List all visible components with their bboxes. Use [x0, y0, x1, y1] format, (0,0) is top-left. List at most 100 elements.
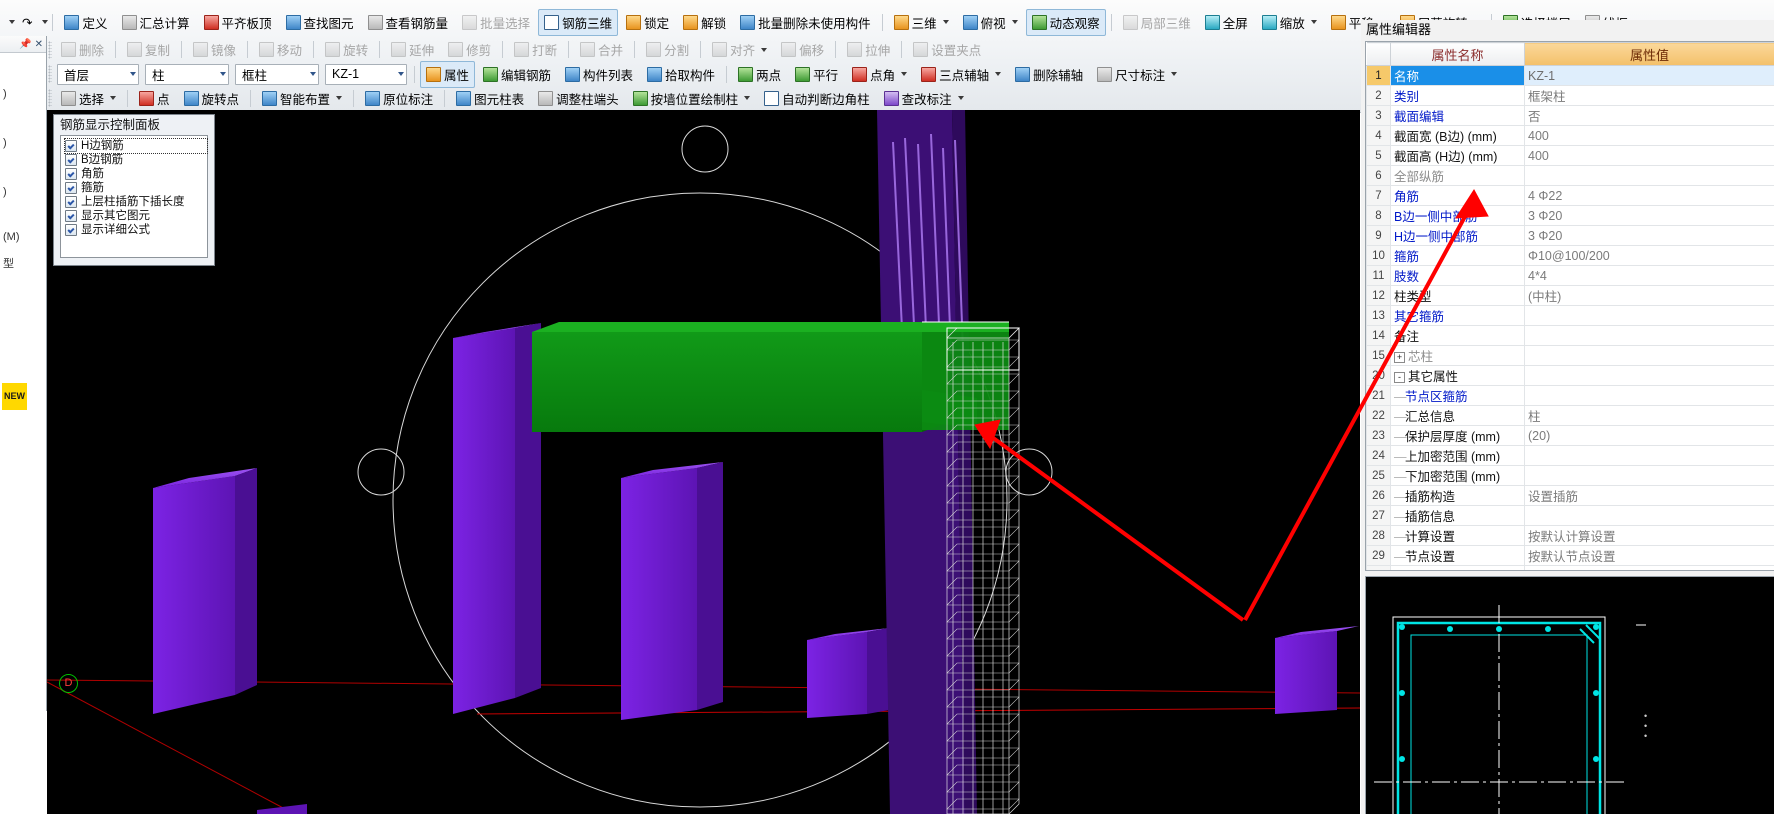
toolbar-button-parallel[interactable]: 平行 [789, 61, 844, 88]
chevron-down-icon[interactable] [901, 72, 908, 76]
toolbar-drag-handle[interactable] [48, 65, 52, 83]
property-row[interactable]: 30—搭接设置按默认搭接设置 [1366, 565, 1774, 570]
property-row[interactable]: 12 柱类型 (中柱) [1366, 285, 1774, 306]
tree-item-0[interactable]: 型 [3, 251, 44, 278]
property-row[interactable]: 23 —保护层厚度 (mm) (20) [1366, 425, 1774, 446]
toolbar-button-fullscreen[interactable]: 全屏 [1199, 9, 1254, 36]
property-row-value[interactable]: 设置插筋 [1524, 485, 1774, 506]
property-row-value[interactable]: 400 [1524, 145, 1774, 166]
toolbar-button-in-situ-label[interactable]: 原位标注 [359, 85, 439, 112]
toolbar-button-auto-corner-column[interactable]: 自动判断边角柱 [758, 85, 876, 112]
chevron-down-icon[interactable] [744, 96, 751, 100]
toolbar-button-check-label[interactable]: 查改标注 [878, 85, 970, 112]
checkbox-checked-icon[interactable] [65, 154, 77, 166]
rebar-toggle-4[interactable]: 上层柱插筋下插长度 [65, 195, 207, 209]
property-row-value[interactable] [1524, 325, 1774, 346]
category-select[interactable]: 柱 [145, 63, 229, 85]
property-row[interactable]: 15 + 芯柱 [1366, 345, 1774, 366]
floor-select[interactable]: 首层 [57, 63, 139, 85]
chevron-down-icon[interactable] [1310, 20, 1317, 24]
tree-item-4[interactable]: ) [3, 81, 44, 108]
toolbar-button-smart-place[interactable]: 智能布置 [256, 85, 348, 112]
toolbar-button-lock[interactable]: 锁定 [620, 9, 675, 36]
type-select[interactable]: 框柱 [235, 63, 319, 85]
property-row[interactable]: 13 其它箍筋 [1366, 305, 1774, 326]
property-row[interactable]: 5 截面高 (H边) (mm) 400 [1366, 145, 1774, 166]
toolbar-button-draw-column-by-wall[interactable]: 按墙位置绘制柱 [627, 85, 757, 112]
rebar-toggle-5[interactable]: 显示其它图元 [65, 209, 207, 223]
tree-item-2[interactable]: ) [3, 179, 44, 206]
toolbar-button-rebar-3d[interactable]: 钢筋三维 [538, 8, 619, 36]
property-row-value[interactable]: 否 [1524, 105, 1774, 126]
rebar-panel-checklist[interactable]: H边钢筋 B边钢筋 角筋 箍筋 上层柱插筋下插长度 显示其它图元 显示详细公式 [60, 135, 208, 258]
toolbar-button-pick-member[interactable]: 拾取构件 [641, 61, 721, 88]
expander-minus-icon[interactable]: - [1394, 372, 1405, 384]
checkbox-checked-icon[interactable] [65, 182, 77, 194]
property-row-value[interactable]: KZ-1 [1524, 65, 1774, 86]
chevron-down-icon[interactable] [130, 72, 136, 76]
property-row[interactable]: 1 名称 KZ-1 [1366, 65, 1774, 86]
member-select[interactable]: KZ-1 [325, 63, 407, 85]
close-icon[interactable]: ✕ [35, 39, 43, 50]
toolbar-button-three-point-axis[interactable]: 三点辅轴 [915, 61, 1007, 88]
property-row-value[interactable]: (20) [1524, 425, 1774, 446]
property-row-value[interactable]: 柱 [1524, 405, 1774, 426]
property-row[interactable]: 28 —计算设置 按默认计算设置 [1366, 525, 1774, 546]
property-row-value[interactable] [1524, 385, 1774, 406]
toolbar-button-point[interactable]: 点 [133, 85, 176, 112]
toolbar-drag-handle[interactable] [48, 89, 52, 107]
toolbar-button-adjust-column-end[interactable]: 调整柱端头 [532, 85, 625, 112]
property-row[interactable]: 7 角筋 4 Φ22 [1366, 185, 1774, 206]
property-row[interactable]: 22 —汇总信息柱 [1366, 405, 1774, 426]
toolbar-drag-handle[interactable] [48, 40, 52, 59]
left-dock-tree[interactable]: ))) (M) 型 NEW [0, 53, 46, 410]
property-row[interactable]: 8 B边一侧中部筋 3 Φ20 [1366, 205, 1774, 226]
chevron-down-icon[interactable] [336, 96, 343, 100]
rebar-toggle-0[interactable]: H边钢筋 [64, 138, 208, 154]
property-row[interactable]: 27 —插筋信息 [1366, 505, 1774, 526]
toolbar-button-rotate-point[interactable]: 旋转点 [178, 85, 246, 112]
checkbox-checked-icon[interactable] [65, 168, 77, 180]
expander-plus-icon[interactable]: + [1394, 352, 1405, 364]
rebar-toggle-3[interactable]: 箍筋 [65, 181, 207, 195]
property-row-value[interactable]: 3 Φ20 [1524, 205, 1774, 226]
property-row-value[interactable] [1524, 465, 1774, 486]
chevron-down-icon[interactable] [1171, 72, 1178, 76]
property-row[interactable]: 3 截面编辑 否 [1366, 105, 1774, 126]
undo-dropdown-icon[interactable] [9, 20, 15, 24]
property-row[interactable]: 25 —下加密范围 (mm) [1366, 465, 1774, 486]
property-row[interactable]: 29 —节点设置 按默认节点设置 [1366, 545, 1774, 566]
checkbox-checked-icon[interactable] [65, 140, 77, 152]
toolbar-button-batch-delete[interactable]: 批量删除未使用构件 [734, 9, 877, 36]
rebar-toggle-6[interactable]: 显示详细公式 [65, 223, 207, 237]
property-row[interactable]: 24 —上加密范围 (mm) [1366, 445, 1774, 466]
property-row-value[interactable]: 4 Φ22 [1524, 185, 1774, 206]
property-row-value[interactable]: 按默认搭接设置 [1524, 565, 1774, 570]
property-row-value[interactable]: Φ10@100/200 [1524, 245, 1774, 266]
property-row-value[interactable] [1524, 345, 1774, 366]
checkbox-checked-icon[interactable] [65, 210, 77, 222]
property-row[interactable]: 6 全部纵筋 [1366, 165, 1774, 186]
checkbox-checked-icon[interactable] [65, 224, 77, 236]
toolbar-button-define[interactable]: 定义 [58, 9, 113, 36]
property-row-value[interactable]: 4*4 [1524, 265, 1774, 286]
property-row[interactable]: 10 箍筋 Φ10@100/200 [1366, 245, 1774, 266]
property-row-value[interactable]: 3 Φ20 [1524, 225, 1774, 246]
toolbar-button-cursor[interactable]: 选择 [55, 85, 122, 112]
toolbar-button-orbit[interactable]: 动态观察 [1025, 8, 1106, 36]
3d-viewport[interactable]: 钢筋显示控制面板 H边钢筋 B边钢筋 角筋 箍筋 上层柱插筋下插长度 显示其它图元 显示详细… [47, 110, 1360, 814]
toolbar-button-sigma[interactable]: 汇总计算 [116, 9, 196, 36]
property-row-value[interactable] [1524, 305, 1774, 326]
toolbar-button-element-column-table[interactable]: 图元柱表 [450, 85, 530, 112]
chevron-down-icon[interactable] [995, 72, 1002, 76]
rebar-toggle-2[interactable]: 角筋 [65, 167, 207, 181]
pin-icon[interactable]: 📌 [19, 39, 31, 50]
toolbar-button-two-point[interactable]: 两点 [732, 61, 787, 88]
checkbox-checked-icon[interactable] [65, 196, 77, 208]
toolbar-button-edit-rebar[interactable]: 编辑钢筋 [477, 61, 557, 88]
toolbar-button-dimension[interactable]: 尺寸标注 [1091, 61, 1183, 88]
chevron-down-icon[interactable] [220, 72, 226, 76]
property-row-value[interactable]: 按默认节点设置 [1524, 545, 1774, 566]
chevron-down-icon[interactable] [957, 96, 964, 100]
property-row-value[interactable] [1524, 445, 1774, 466]
